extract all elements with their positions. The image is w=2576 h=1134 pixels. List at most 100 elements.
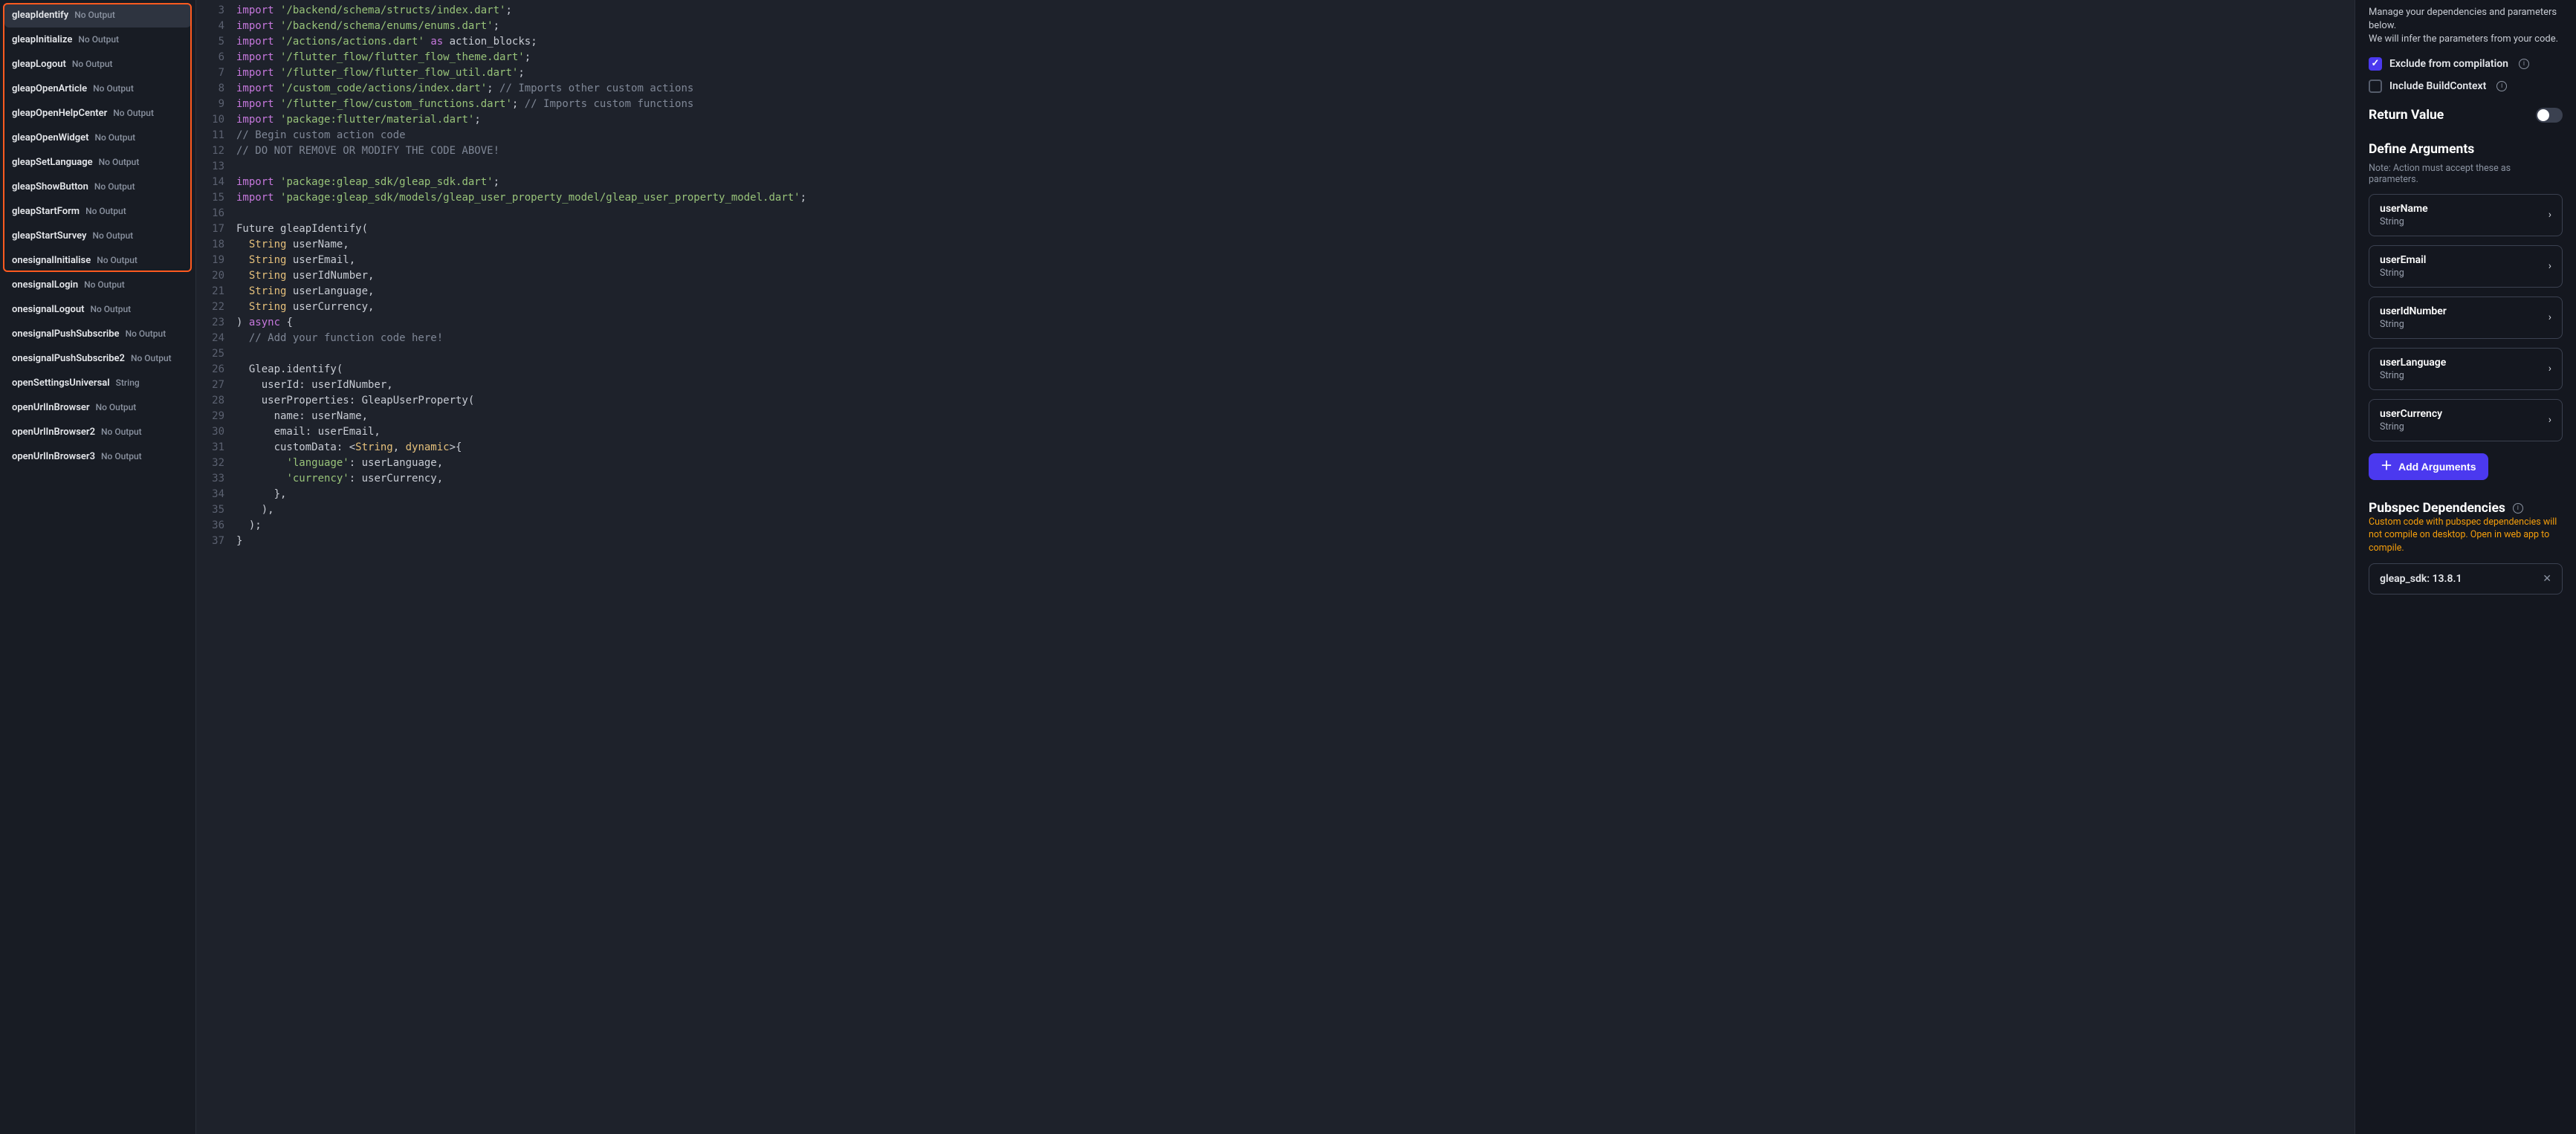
sidebar-item-gleapOpenArticle[interactable]: gleapOpenArticleNo Output — [4, 77, 191, 101]
code-content[interactable]: }, — [236, 487, 2355, 502]
code-content[interactable]: email: userEmail, — [236, 424, 2355, 440]
argument-card-userCurrency[interactable]: userCurrencyString› — [2369, 399, 2563, 441]
code-content[interactable] — [236, 346, 2355, 362]
sidebar-item-openUrlInBrowser[interactable]: openUrlInBrowserNo Output — [4, 395, 191, 420]
sidebar-item-openUrlInBrowser3[interactable]: openUrlInBrowser3No Output — [4, 444, 191, 469]
code-content[interactable]: String userCurrency, — [236, 299, 2355, 315]
code-content[interactable]: Gleap.identify( — [236, 362, 2355, 378]
code-line[interactable]: 23) async { — [196, 315, 2355, 331]
sidebar-item-openSettingsUniversal[interactable]: openSettingsUniversalString — [4, 371, 191, 395]
sidebar-item-gleapStartForm[interactable]: gleapStartFormNo Output — [4, 199, 191, 224]
code-content[interactable]: userProperties: GleapUserProperty( — [236, 393, 2355, 409]
code-content[interactable]: String userIdNumber, — [236, 268, 2355, 284]
sidebar-item-onesignalPushSubscribe[interactable]: onesignalPushSubscribeNo Output — [4, 322, 191, 346]
code-line[interactable]: 14import 'package:gleap_sdk/gleap_sdk.da… — [196, 175, 2355, 190]
code-content[interactable]: } — [236, 534, 2355, 549]
argument-card-userEmail[interactable]: userEmailString› — [2369, 245, 2563, 288]
sidebar-item-gleapOpenWidget[interactable]: gleapOpenWidgetNo Output — [4, 126, 191, 150]
code-content[interactable]: // Add your function code here! — [236, 331, 2355, 346]
code-content[interactable]: String userEmail, — [236, 253, 2355, 268]
argument-card-userIdNumber[interactable]: userIdNumberString› — [2369, 297, 2563, 339]
return-value-toggle[interactable] — [2536, 108, 2563, 123]
code-content[interactable]: ) async { — [236, 315, 2355, 331]
code-content[interactable]: String userLanguage, — [236, 284, 2355, 299]
code-content[interactable]: import '/backend/schema/enums/enums.dart… — [236, 19, 2355, 34]
code-content[interactable]: // Begin custom action code — [236, 128, 2355, 143]
sidebar-item-gleapLogout[interactable]: gleapLogoutNo Output — [4, 52, 191, 77]
code-line[interactable]: 28 userProperties: GleapUserProperty( — [196, 393, 2355, 409]
add-arguments-button[interactable]: ＋ Add Arguments — [2369, 453, 2488, 480]
code-content[interactable]: customData: <String, dynamic>{ — [236, 440, 2355, 456]
code-content[interactable]: import '/flutter_flow/flutter_flow_theme… — [236, 50, 2355, 65]
code-line[interactable]: 37} — [196, 534, 2355, 549]
code-line[interactable]: 27 userId: userIdNumber, — [196, 378, 2355, 393]
info-icon[interactable]: i — [2519, 59, 2529, 69]
code-line[interactable]: 12// DO NOT REMOVE OR MODIFY THE CODE AB… — [196, 143, 2355, 159]
code-content[interactable] — [236, 159, 2355, 175]
code-line[interactable]: 18 String userName, — [196, 237, 2355, 253]
code-line[interactable]: 34 }, — [196, 487, 2355, 502]
code-content[interactable]: import '/custom_code/actions/index.dart'… — [236, 81, 2355, 97]
code-line[interactable]: 4import '/backend/schema/enums/enums.dar… — [196, 19, 2355, 34]
code-line[interactable]: 31 customData: <String, dynamic>{ — [196, 440, 2355, 456]
code-content[interactable]: import '/actions/actions.dart' as action… — [236, 34, 2355, 50]
checkbox-checked-icon[interactable]: ✓ — [2369, 57, 2382, 71]
code-content[interactable]: ), — [236, 502, 2355, 518]
sidebar-item-openUrlInBrowser2[interactable]: openUrlInBrowser2No Output — [4, 420, 191, 444]
sidebar-item-onesignalLogin[interactable]: onesignalLoginNo Output — [4, 273, 191, 297]
code-line[interactable]: 32 'language': userLanguage, — [196, 456, 2355, 471]
code-content[interactable]: name: userName, — [236, 409, 2355, 424]
code-content[interactable]: import 'package:flutter/material.dart'; — [236, 112, 2355, 128]
code-line[interactable]: 36 ); — [196, 518, 2355, 534]
code-line[interactable]: 11// Begin custom action code — [196, 128, 2355, 143]
code-line[interactable]: 22 String userCurrency, — [196, 299, 2355, 315]
argument-card-userName[interactable]: userNameString› — [2369, 194, 2563, 236]
code-line[interactable]: 24 // Add your function code here! — [196, 331, 2355, 346]
exclude-from-compilation-row[interactable]: ✓ Exclude from compilation i — [2369, 57, 2563, 71]
code-content[interactable]: String userName, — [236, 237, 2355, 253]
code-line[interactable]: 17Future gleapIdentify( — [196, 221, 2355, 237]
code-content[interactable]: import '/flutter_flow/flutter_flow_util.… — [236, 65, 2355, 81]
code-line[interactable]: 35 ), — [196, 502, 2355, 518]
code-line[interactable]: 5import '/actions/actions.dart' as actio… — [196, 34, 2355, 50]
sidebar-item-gleapOpenHelpCenter[interactable]: gleapOpenHelpCenterNo Output — [4, 101, 191, 126]
code-content[interactable]: 'currency': userCurrency, — [236, 471, 2355, 487]
code-editor[interactable]: 3import '/backend/schema/structs/index.d… — [196, 0, 2355, 1134]
info-icon[interactable]: i — [2496, 81, 2507, 91]
code-content[interactable]: Future gleapIdentify( — [236, 221, 2355, 237]
code-content[interactable]: import '/backend/schema/structs/index.da… — [236, 3, 2355, 19]
code-line[interactable]: 15import 'package:gleap_sdk/models/gleap… — [196, 190, 2355, 206]
dependency-card[interactable]: gleap_sdk: 13.8.1✕ — [2369, 563, 2563, 594]
code-content[interactable]: // DO NOT REMOVE OR MODIFY THE CODE ABOV… — [236, 143, 2355, 159]
sidebar-item-gleapInitialize[interactable]: gleapInitializeNo Output — [4, 27, 191, 52]
code-line[interactable]: 29 name: userName, — [196, 409, 2355, 424]
code-content[interactable]: 'language': userLanguage, — [236, 456, 2355, 471]
code-line[interactable]: 33 'currency': userCurrency, — [196, 471, 2355, 487]
code-line[interactable]: 8import '/custom_code/actions/index.dart… — [196, 81, 2355, 97]
sidebar-item-onesignalPushSubscribe2[interactable]: onesignalPushSubscribe2No Output — [4, 346, 191, 371]
code-line[interactable]: 21 String userLanguage, — [196, 284, 2355, 299]
sidebar-item-gleapStartSurvey[interactable]: gleapStartSurveyNo Output — [4, 224, 191, 248]
code-line[interactable]: 16 — [196, 206, 2355, 221]
code-line[interactable]: 30 email: userEmail, — [196, 424, 2355, 440]
code-line[interactable]: 7import '/flutter_flow/flutter_flow_util… — [196, 65, 2355, 81]
code-line[interactable]: 9import '/flutter_flow/custom_functions.… — [196, 97, 2355, 112]
code-line[interactable]: 25 — [196, 346, 2355, 362]
close-icon[interactable]: ✕ — [2543, 573, 2551, 585]
code-content[interactable] — [236, 206, 2355, 221]
argument-card-userLanguage[interactable]: userLanguageString› — [2369, 348, 2563, 390]
sidebar-item-gleapIdentify[interactable]: gleapIdentifyNo Output — [4, 3, 191, 27]
code-content[interactable]: import '/flutter_flow/custom_functions.d… — [236, 97, 2355, 112]
info-icon[interactable]: i — [2513, 503, 2523, 513]
code-content[interactable]: userId: userIdNumber, — [236, 378, 2355, 393]
code-line[interactable]: 10import 'package:flutter/material.dart'… — [196, 112, 2355, 128]
include-buildcontext-row[interactable]: Include BuildContext i — [2369, 80, 2563, 93]
code-line[interactable]: 19 String userEmail, — [196, 253, 2355, 268]
code-content[interactable]: import 'package:gleap_sdk/gleap_sdk.dart… — [236, 175, 2355, 190]
code-line[interactable]: 3import '/backend/schema/structs/index.d… — [196, 3, 2355, 19]
code-line[interactable]: 13 — [196, 159, 2355, 175]
checkbox-unchecked-icon[interactable] — [2369, 80, 2382, 93]
code-line[interactable]: 20 String userIdNumber, — [196, 268, 2355, 284]
sidebar-item-gleapShowButton[interactable]: gleapShowButtonNo Output — [4, 175, 191, 199]
code-content[interactable]: import 'package:gleap_sdk/models/gleap_u… — [236, 190, 2355, 206]
